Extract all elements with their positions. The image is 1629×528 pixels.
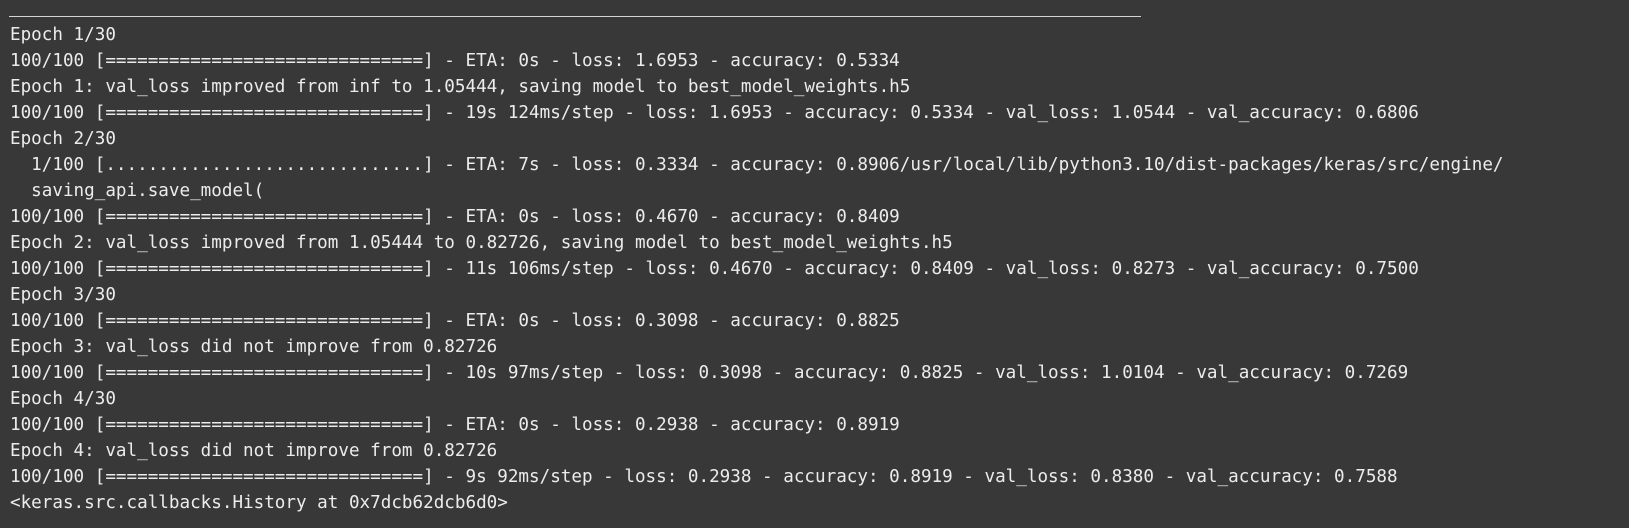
log-line: 100/100 [==============================]… — [10, 415, 900, 435]
log-line: Epoch 2: val_loss improved from 1.05444 … — [10, 233, 953, 253]
log-line: 100/100 [==============================]… — [10, 363, 1409, 383]
log-line: Epoch 1/30 — [10, 25, 116, 45]
log-line: 100/100 [==============================]… — [10, 311, 900, 331]
log-line: 1/100 [..............................] -… — [10, 155, 1504, 175]
log-line: 100/100 [==============================]… — [10, 207, 900, 227]
log-line: Epoch 1: val_loss improved from inf to 1… — [10, 77, 911, 97]
log-line: Epoch 2/30 — [10, 129, 116, 149]
log-line: <keras.src.callbacks.History at 0x7dcb62… — [10, 493, 508, 513]
log-line: 100/100 [==============================]… — [10, 259, 1419, 279]
log-line: 100/100 [==============================]… — [10, 103, 1419, 123]
cell-output-area[interactable]: Epoch 1/30 100/100 [=====================… — [0, 0, 1629, 528]
training-log: Epoch 1/30 100/100 [=====================… — [10, 22, 1504, 516]
log-line: Epoch 3/30 — [10, 285, 116, 305]
log-line: Epoch 4: val_loss did not improve from 0… — [10, 441, 498, 461]
log-line: Epoch 3: val_loss did not improve from 0… — [10, 337, 498, 357]
log-line: saving_api.save_model( — [10, 181, 265, 201]
output-separator — [9, 16, 1141, 17]
log-line: 100/100 [==============================]… — [10, 51, 900, 71]
log-line: 100/100 [==============================]… — [10, 467, 1398, 487]
log-line: Epoch 4/30 — [10, 389, 116, 409]
